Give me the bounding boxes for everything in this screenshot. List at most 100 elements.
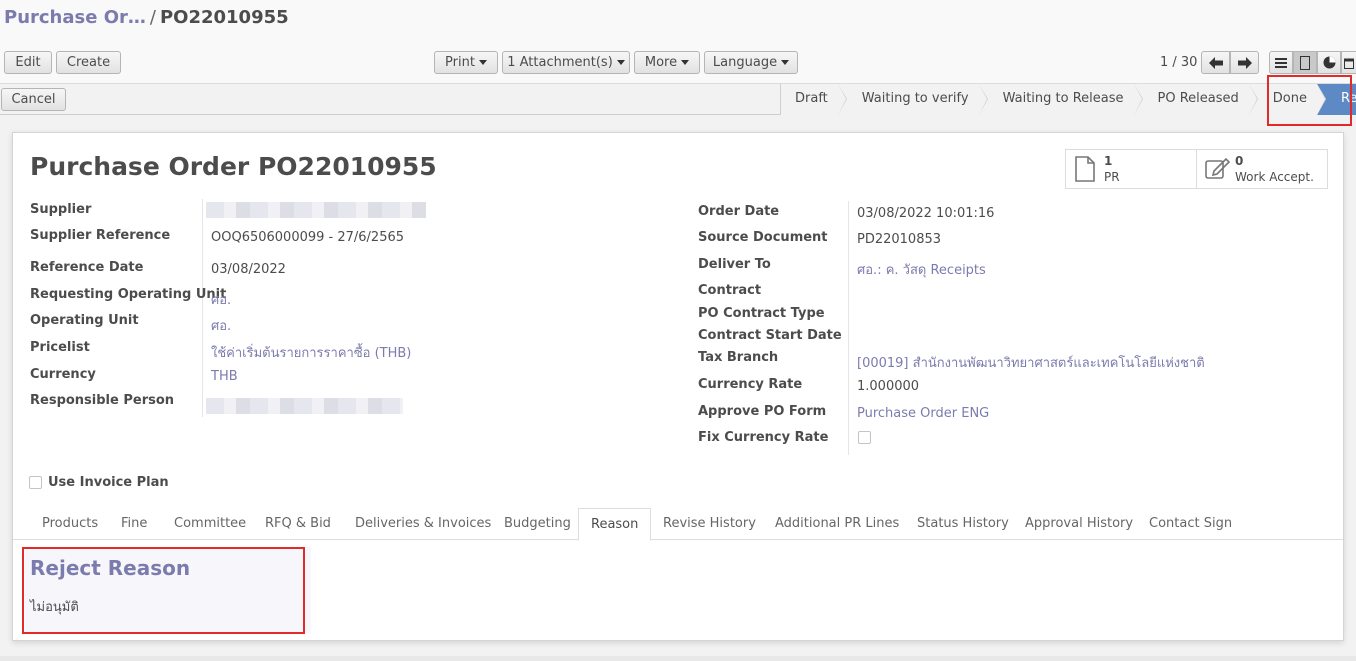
- tax-branch-label: Tax Branch: [698, 350, 779, 365]
- form-icon: [1300, 55, 1310, 70]
- currency-label: Currency: [30, 367, 96, 382]
- tab-status-history[interactable]: Status History: [917, 516, 1009, 531]
- list-view-button[interactable]: [1269, 51, 1293, 74]
- po-contract-type-label: PO Contract Type: [698, 306, 825, 321]
- pager-previous-button[interactable]: [1201, 51, 1230, 74]
- use-invoice-plan-checkbox[interactable]: [29, 476, 42, 489]
- approve-po-form-value[interactable]: Purchase Order ENG: [857, 406, 989, 421]
- pie-chart-icon: [1323, 56, 1335, 69]
- pricelist-label: Pricelist: [30, 340, 90, 355]
- form-view-button[interactable]: [1293, 51, 1317, 74]
- chevron-down-icon: [613, 55, 625, 70]
- arrow-right-icon: [1237, 56, 1252, 69]
- stage-draft[interactable]: Draft: [780, 84, 847, 115]
- tab-rfq-bid[interactable]: RFQ & Bid: [265, 516, 331, 531]
- fix-currency-rate-checkbox[interactable]: [858, 431, 871, 444]
- contract-start-date-label: Contract Start Date: [698, 328, 842, 343]
- source-document-label: Source Document: [698, 230, 828, 245]
- use-invoice-plan-label: Use Invoice Plan: [48, 475, 169, 490]
- tab-budgeting[interactable]: Budgeting: [504, 516, 571, 531]
- responsible-person-value-redacted[interactable]: [206, 398, 403, 414]
- edit-button[interactable]: Edit: [4, 51, 52, 74]
- arrow-left-icon: [1208, 56, 1223, 69]
- deliver-to-value[interactable]: ศอ.: ค. วัสดุ Receipts: [857, 259, 986, 280]
- contract-label: Contract: [698, 283, 762, 298]
- tab-products[interactable]: Products: [42, 516, 98, 531]
- highlight-box-reject-reason: [22, 547, 305, 634]
- approve-po-form-label: Approve PO Form: [698, 404, 827, 419]
- tab-deliveries-invoices[interactable]: Deliveries & Invoices: [355, 516, 491, 531]
- chevron-down-icon: [777, 55, 789, 70]
- tab-additional-pr-lines[interactable]: Additional PR Lines: [775, 516, 899, 531]
- breadcrumb-separator: /: [149, 7, 156, 28]
- pr-label: PR: [1104, 170, 1120, 184]
- order-date-label: Order Date: [698, 204, 780, 219]
- operating-unit-value[interactable]: ศอ.: [211, 315, 231, 336]
- left-group-divider: [202, 199, 203, 417]
- supplier-value-redacted[interactable]: [206, 202, 426, 218]
- list-icon: [1275, 57, 1287, 68]
- requesting-operating-unit-value[interactable]: ศอ.: [211, 289, 231, 310]
- breadcrumb-current: PO22010955: [159, 7, 289, 28]
- work-accept-count: 0: [1235, 154, 1244, 168]
- pr-smart-button[interactable]: 1 PR: [1065, 149, 1197, 189]
- cancel-button[interactable]: Cancel: [1, 88, 66, 111]
- supplier-reference-label: Supplier Reference: [30, 228, 171, 243]
- create-button[interactable]: Create: [56, 51, 121, 74]
- chevron-down-icon: [677, 55, 689, 70]
- more-dropdown[interactable]: More: [634, 51, 700, 74]
- page-title: Purchase Order PO22010955: [30, 152, 437, 181]
- control-panel: Purchase Or… / PO22010955 Edit Create Prin…: [0, 0, 1356, 84]
- more-label: More: [644, 55, 678, 70]
- source-document-value[interactable]: PD22010853: [857, 232, 941, 247]
- stage-waiting-to-release[interactable]: Waiting to Release: [978, 84, 1143, 115]
- pricelist-value[interactable]: ใช้ค่าเริ่มต้นรายการราคาซื้อ (THB): [211, 342, 411, 363]
- print-dropdown[interactable]: Print: [434, 51, 498, 74]
- title-number: PO22010955: [257, 152, 437, 181]
- calendar-view-button[interactable]: [1341, 51, 1356, 74]
- currency-value[interactable]: THB: [211, 369, 238, 384]
- breadcrumb-parent-link[interactable]: Purchase Or…: [4, 7, 146, 28]
- tab-approval-history[interactable]: Approval History: [1025, 516, 1133, 531]
- status-bar: Cancel Draft Waiting to verify Waiting t…: [0, 84, 1356, 115]
- requesting-operating-unit-label: Requesting Operating Unit: [30, 287, 227, 302]
- currency-rate-value[interactable]: 1.000000: [857, 379, 919, 394]
- tax-branch-value[interactable]: [00019] สำนักงานพัฒนาวิทยาศาสตร์และเทคโน…: [857, 352, 1205, 373]
- stage-po-released[interactable]: PO Released: [1133, 84, 1259, 115]
- tab-reason[interactable]: Reason: [578, 508, 652, 541]
- tab-committee[interactable]: Committee: [174, 516, 246, 531]
- pager-next-button[interactable]: [1230, 51, 1259, 74]
- right-group-divider: [848, 201, 849, 455]
- fix-currency-rate-label: Fix Currency Rate: [698, 430, 829, 445]
- document-icon: [1075, 156, 1095, 182]
- breadcrumb: Purchase Or… / PO22010955: [4, 7, 289, 28]
- responsible-person-label: Responsible Person: [30, 393, 175, 408]
- operating-unit-label: Operating Unit: [30, 313, 139, 328]
- supplier-reference-value[interactable]: OOQ6506000099 - 27/6/2565: [211, 230, 404, 245]
- pr-count: 1: [1104, 154, 1113, 168]
- reference-date-label: Reference Date: [30, 260, 144, 275]
- language-label: Language: [712, 55, 778, 70]
- work-accept-label: Work Accept.: [1235, 170, 1314, 184]
- currency-rate-label: Currency Rate: [698, 377, 803, 392]
- notebook-tabs: Products Fine Committee RFQ & Bid Delive…: [13, 508, 1343, 541]
- reference-date-value[interactable]: 03/08/2022: [211, 262, 286, 277]
- language-dropdown[interactable]: Language: [704, 51, 798, 74]
- supplier-label: Supplier: [30, 202, 92, 217]
- highlight-box-rejected: [1267, 75, 1352, 126]
- tab-revise-history[interactable]: Revise History: [663, 516, 756, 531]
- edit-icon: [1205, 157, 1231, 179]
- bottom-strip: [0, 656, 1356, 661]
- pager-value[interactable]: 1 / 30: [1160, 55, 1197, 70]
- graph-view-button[interactable]: [1317, 51, 1341, 74]
- tab-fine[interactable]: Fine: [121, 516, 147, 531]
- attachments-label: 1 Attachment(s): [507, 55, 613, 70]
- chevron-down-icon: [475, 55, 487, 70]
- stage-waiting-to-verify[interactable]: Waiting to verify: [837, 84, 988, 115]
- title-prefix: Purchase Order: [30, 152, 250, 181]
- work-accept-smart-button[interactable]: 0 Work Accept.: [1196, 149, 1328, 189]
- order-date-value[interactable]: 03/08/2022 10:01:16: [857, 206, 994, 221]
- print-label: Print: [445, 55, 475, 70]
- tab-contact-sign[interactable]: Contact Sign: [1149, 516, 1232, 531]
- attachments-dropdown[interactable]: 1 Attachment(s): [502, 51, 630, 74]
